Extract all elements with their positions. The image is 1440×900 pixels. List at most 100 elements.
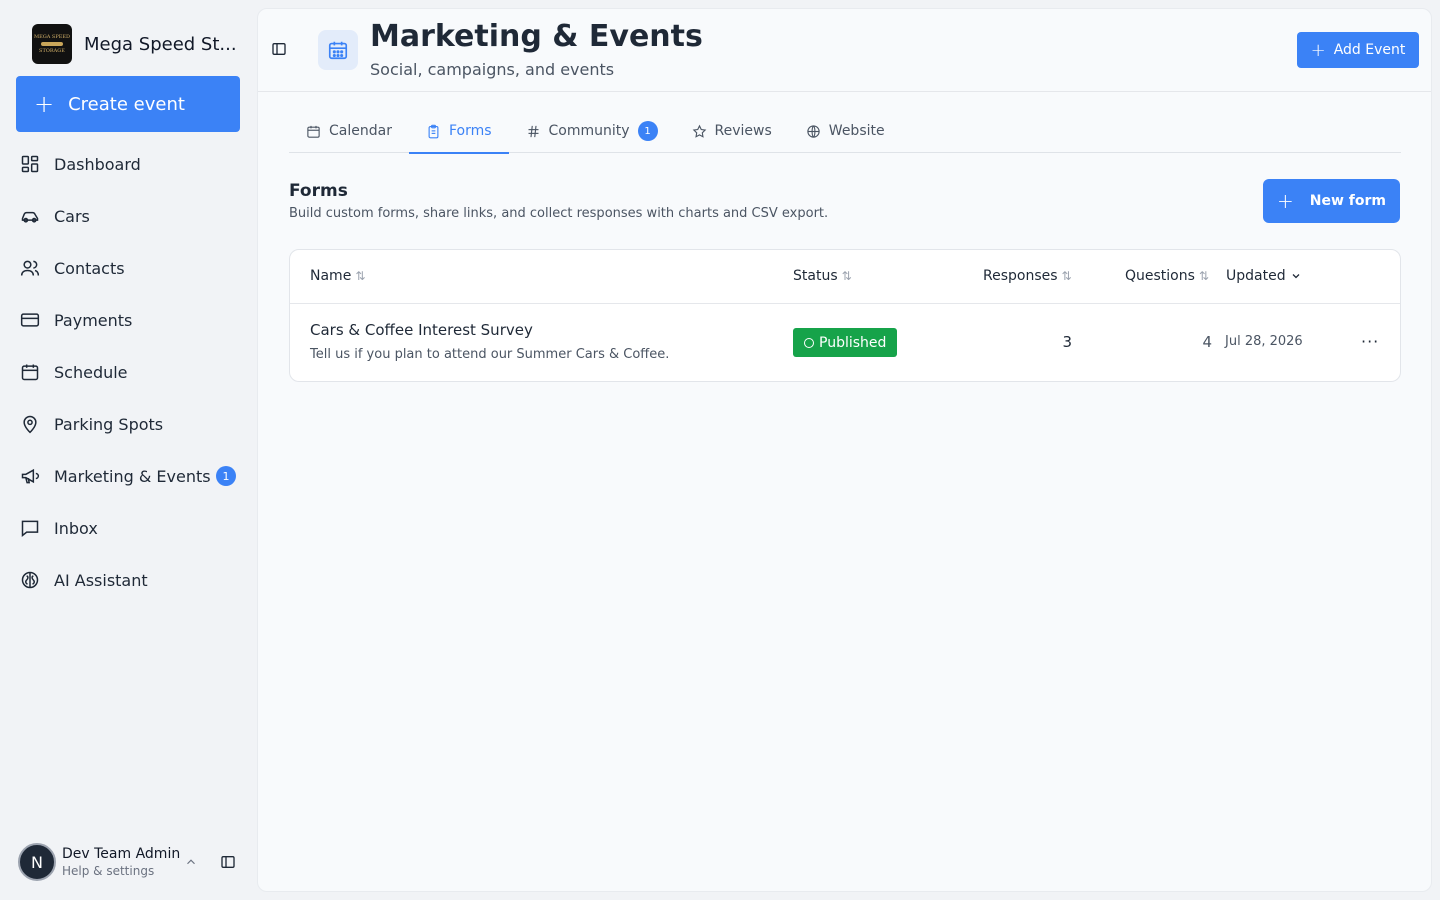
- notification-badge: 1: [216, 466, 236, 486]
- tab-calendar[interactable]: Calendar: [289, 109, 409, 153]
- user-subtitle: Help & settings: [62, 864, 155, 878]
- column-header-label: Questions: [1125, 268, 1195, 284]
- sort-icon: ⇅: [841, 269, 852, 283]
- dashboard-icon: [21, 155, 39, 173]
- logo-text-top: MEGA SPEED: [33, 34, 71, 40]
- sidebar-item-label: AI Assistant: [54, 570, 148, 590]
- page-header: Marketing & Events Social, campaigns, an…: [258, 9, 1431, 92]
- page-title: Marketing & Events: [370, 19, 703, 54]
- map-pin-icon: [23, 415, 37, 434]
- message-icon: [21, 520, 39, 538]
- sidebar: MEGA SPEED STORAGE Mega Speed St... + Cr…: [0, 0, 256, 900]
- sidebar-item-inbox[interactable]: Inbox: [16, 502, 244, 554]
- column-header-name[interactable]: Name ⇅: [310, 268, 365, 284]
- globe-icon: [807, 124, 820, 138]
- sidebar-toggle-icon[interactable]: [220, 854, 236, 870]
- panel-toggle-icon[interactable]: [271, 41, 287, 57]
- plus-icon: +: [34, 90, 55, 118]
- sort-icon: ⇅: [355, 269, 366, 283]
- plus-icon: +: [1277, 189, 1294, 213]
- tab-bar: Calendar Forms Community 1 Reviews Websi…: [289, 109, 1401, 154]
- brand-logo: MEGA SPEED STORAGE: [32, 24, 72, 64]
- users-icon: [20, 260, 40, 276]
- plus-icon: +: [1310, 39, 1326, 61]
- tab-label: Community: [548, 123, 630, 139]
- brand-name: Mega Speed St...: [84, 33, 237, 55]
- sidebar-nav: Dashboard Cars Contacts Payments Schedul…: [16, 138, 244, 606]
- star-icon: [692, 124, 706, 138]
- form-description: Tell us if you plan to attend our Summer…: [310, 347, 670, 362]
- more-options-icon[interactable]: ···: [1361, 332, 1379, 351]
- column-header-label: Name: [310, 268, 352, 284]
- clipboard-icon: [428, 124, 439, 138]
- brand[interactable]: MEGA SPEED STORAGE Mega Speed St...: [32, 24, 237, 64]
- chevron-up-icon[interactable]: [184, 855, 198, 869]
- tab-label: Reviews: [714, 123, 772, 139]
- avatar: N: [18, 843, 56, 881]
- add-event-label: Add Event: [1333, 42, 1406, 58]
- tab-label: Forms: [448, 123, 492, 139]
- forms-table: Name ⇅ Status ⇅ Responses ⇅ Questions ⇅ …: [289, 249, 1401, 382]
- new-form-label: New form: [1309, 193, 1386, 209]
- sidebar-item-cars[interactable]: Cars: [16, 190, 244, 242]
- create-event-button[interactable]: + Create event: [16, 76, 240, 132]
- sidebar-item-contacts[interactable]: Contacts: [16, 242, 244, 294]
- sort-icon: ⇅: [1198, 269, 1209, 283]
- column-header-updated[interactable]: Updated: [1226, 268, 1302, 284]
- new-form-button[interactable]: + New form: [1263, 179, 1400, 223]
- user-name: Dev Team Admin: [62, 846, 181, 862]
- sidebar-item-label: Schedule: [54, 362, 128, 382]
- sort-icon: ⇅: [1061, 269, 1072, 283]
- sidebar-item-label: Contacts: [54, 258, 125, 278]
- megaphone-icon: [21, 468, 40, 484]
- section-title: Forms: [289, 181, 348, 201]
- sidebar-item-label: Inbox: [54, 518, 98, 538]
- status-badge: Published: [793, 328, 898, 357]
- sidebar-item-label: Parking Spots: [54, 414, 164, 434]
- main-panel: Marketing & Events Social, campaigns, an…: [257, 8, 1432, 892]
- sidebar-item-schedule[interactable]: Schedule: [16, 346, 244, 398]
- logo-car-shape: [41, 42, 63, 46]
- user-info: Dev Team Admin Help & settings: [62, 846, 180, 878]
- sidebar-item-payments[interactable]: Payments: [16, 294, 244, 346]
- create-event-label: Create event: [68, 93, 185, 115]
- credit-card-icon: [20, 313, 40, 327]
- section-description: Build custom forms, share links, and col…: [289, 206, 829, 221]
- notification-badge: 1: [637, 121, 658, 141]
- check-circle-icon: [804, 337, 814, 348]
- page-subtitle: Social, campaigns, and events: [370, 60, 615, 79]
- calendar-icon: [21, 364, 39, 381]
- tab-label: Website: [828, 123, 885, 139]
- column-header-responses[interactable]: Responses ⇅: [983, 268, 1072, 284]
- sidebar-item-parking-spots[interactable]: Parking Spots: [16, 398, 244, 450]
- column-header-label: Updated: [1226, 268, 1286, 284]
- tab-website[interactable]: Website: [789, 109, 902, 153]
- questions-count: 4: [1202, 333, 1212, 351]
- column-header-label: Responses: [983, 268, 1058, 284]
- responses-count: 3: [1062, 333, 1072, 351]
- sidebar-item-dashboard[interactable]: Dashboard: [16, 138, 244, 190]
- form-name[interactable]: Cars & Coffee Interest Survey: [310, 321, 533, 339]
- tab-reviews[interactable]: Reviews: [675, 109, 789, 153]
- column-header-status[interactable]: Status ⇅: [793, 268, 852, 284]
- header-calendar-icon: [318, 30, 358, 70]
- status-label: Published: [819, 334, 887, 351]
- divider: [290, 303, 1400, 304]
- sidebar-item-marketing-events[interactable]: Marketing & Events 1: [16, 450, 244, 502]
- add-event-button[interactable]: + Add Event: [1297, 32, 1419, 68]
- brain-icon: [21, 571, 39, 589]
- sidebar-item-label: Marketing & Events: [54, 466, 211, 486]
- calendar-icon: [307, 125, 320, 138]
- tab-community[interactable]: Community 1: [509, 109, 675, 153]
- sidebar-item-label: Dashboard: [54, 154, 141, 174]
- tab-forms[interactable]: Forms: [408, 109, 509, 154]
- column-header-questions[interactable]: Questions ⇅: [1125, 268, 1209, 284]
- sidebar-item-ai-assistant[interactable]: AI Assistant: [16, 554, 244, 606]
- chevron-down-icon: [1292, 274, 1300, 279]
- column-header-label: Status: [793, 268, 838, 284]
- car-icon: [21, 211, 39, 223]
- tab-label: Calendar: [329, 123, 392, 139]
- hash-icon: [528, 125, 539, 137]
- user-menu[interactable]: N Dev Team Admin Help & settings: [18, 843, 235, 881]
- updated-date: Jul 28, 2026: [1225, 334, 1303, 349]
